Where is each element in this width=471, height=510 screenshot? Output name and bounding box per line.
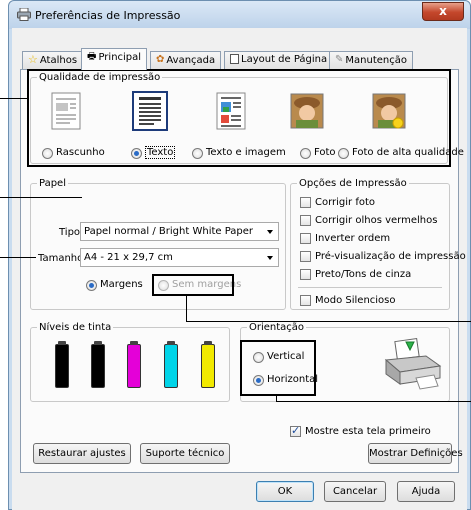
page-layout-icon <box>230 54 239 64</box>
ink-cartridge <box>201 341 215 388</box>
text-and-image-quality-icon <box>216 92 246 130</box>
callout-box-no-margins <box>152 274 234 296</box>
paper-type-value: Papel normal / Bright White Paper <box>84 226 254 237</box>
quality-high-photo-label: Foto de alta qualidade <box>352 147 464 158</box>
red-eye-label: Corrigir olhos vermelhos <box>315 215 438 226</box>
technical-support-button[interactable]: Suporte técnico <box>140 443 230 464</box>
maintenance-icon: ✎ <box>335 54 344 65</box>
callout-line <box>186 296 187 322</box>
tab-label: Layout de Página <box>241 54 328 65</box>
orientation-vertical-radio[interactable] <box>253 352 264 363</box>
tab-atalhos[interactable]: ☆ Atalhos <box>22 51 84 69</box>
ink-cartridge <box>164 341 178 388</box>
advanced-icon: ✿ <box>156 54 165 65</box>
quality-text-image-label: Texto e imagem <box>206 147 286 158</box>
tab-layout-pagina[interactable]: Layout de Página <box>224 51 334 69</box>
orientation-horizontal-label: Horizontal <box>267 374 319 385</box>
quality-text-label: Texto <box>145 146 176 159</box>
grayscale-checkbox[interactable] <box>300 269 311 280</box>
close-button[interactable]: x <box>422 2 464 21</box>
margins-label: Margens <box>100 279 143 290</box>
star-icon: ☆ <box>28 53 38 66</box>
tab-principal[interactable]: 🖶 Principal <box>81 48 148 70</box>
paper-type-select[interactable]: Papel normal / Bright White Paper <box>80 222 279 241</box>
callout-line <box>0 197 82 198</box>
printer-icon <box>17 8 31 21</box>
ok-button[interactable]: OK <box>256 481 314 502</box>
quality-draft-radio[interactable] <box>42 148 53 159</box>
text-quality-icon <box>132 91 168 131</box>
reverse-order-label: Inverter ordem <box>315 233 391 244</box>
paper-size-select[interactable]: A4 - 21 x 29,7 cm <box>80 248 279 267</box>
print-options-legend: Opções de Impressão <box>299 178 407 189</box>
chevron-down-icon <box>267 230 273 234</box>
divider <box>298 287 442 288</box>
printer-orientation-icon <box>384 337 442 390</box>
show-first-label: Mostre esta tela primeiro <box>305 426 431 437</box>
title-bar: Preferências de Impressão x <box>9 1 470 29</box>
cancel-button[interactable]: Cancelar <box>324 481 386 502</box>
callout-line <box>0 257 36 258</box>
callout-line <box>0 98 28 99</box>
correct-photo-label: Corrigir foto <box>315 197 376 208</box>
paper-legend: Papel <box>39 178 66 189</box>
silent-mode-label: Modo Silencioso <box>315 295 396 306</box>
grayscale-label: Preto/Tons de cinza <box>315 269 412 280</box>
margins-radio[interactable] <box>86 280 97 291</box>
ink-cartridge <box>127 341 141 388</box>
show-settings-button[interactable]: Mostrar Definições <box>368 443 463 464</box>
orientation-legend: Orientação <box>249 322 305 333</box>
tab-avancada[interactable]: ✿ Avançada <box>150 51 222 69</box>
ink-cartridge <box>91 341 105 388</box>
high-quality-photo-icon <box>372 93 406 129</box>
chevron-down-icon <box>267 256 273 260</box>
tab-label: Atalhos <box>39 55 78 66</box>
restore-defaults-button[interactable]: Restaurar ajustes <box>33 443 131 464</box>
print-preview-checkbox[interactable] <box>300 251 311 262</box>
tab-label: Avançada <box>166 55 216 66</box>
photo-quality-icon <box>290 93 324 129</box>
printer-icon: 🖶 <box>87 51 97 62</box>
help-button[interactable]: Ajuda <box>397 481 455 502</box>
ink-levels-legend: Níveis de tinta <box>39 322 112 333</box>
tab-label: Principal <box>98 52 142 63</box>
ink-cartridge <box>55 341 69 388</box>
quality-draft-label: Rascunho <box>56 147 105 158</box>
red-eye-checkbox[interactable] <box>300 215 311 226</box>
quality-text-radio[interactable] <box>131 148 142 159</box>
window-title: Preferências de Impressão <box>35 9 181 22</box>
show-first-checkbox[interactable] <box>290 424 301 437</box>
callout-box-orientation <box>240 340 316 396</box>
orientation-horizontal-radio[interactable] <box>253 375 264 386</box>
quality-photo-radio[interactable] <box>300 148 311 159</box>
quality-high-photo-radio[interactable] <box>338 148 349 159</box>
print-preview-label: Pré-visualização de impressão <box>315 251 466 262</box>
callout-line <box>276 401 471 402</box>
quality-text-image-radio[interactable] <box>192 148 203 159</box>
paper-type-label: Tipo <box>59 227 81 238</box>
reverse-order-checkbox[interactable] <box>300 233 311 244</box>
quality-photo-label: Foto <box>314 147 336 158</box>
tab-label: Manutenção <box>345 55 407 66</box>
paper-size-label: Tamanho <box>38 253 84 264</box>
draft-quality-icon <box>51 92 81 130</box>
correct-photo-checkbox[interactable] <box>300 197 311 208</box>
silent-mode-checkbox[interactable] <box>300 295 311 306</box>
paper-size-value: A4 - 21 x 29,7 cm <box>84 252 173 263</box>
tab-manutencao[interactable]: ✎ Manutenção <box>329 51 413 69</box>
orientation-vertical-label: Vertical <box>267 351 305 362</box>
